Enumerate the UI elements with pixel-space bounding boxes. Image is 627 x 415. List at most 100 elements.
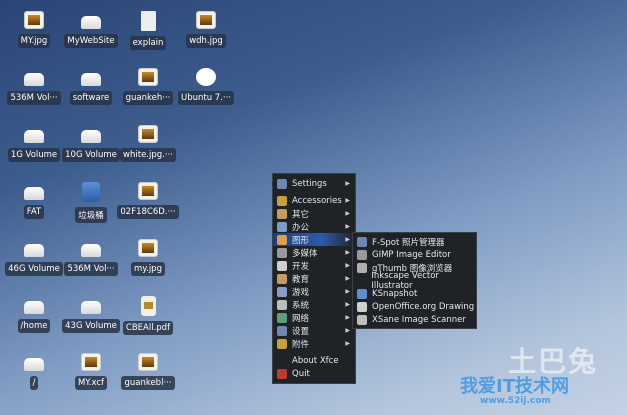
desktop-icon-label: 536M Vol··· (64, 262, 118, 276)
watermark-site-name: 我爱IT技术网 (460, 376, 569, 397)
menu-item[interactable]: 其它 ▶ (273, 207, 355, 220)
desktop-icon[interactable]: 43G Volume (61, 296, 121, 333)
desktop-icon[interactable]: CBEAll.pdf (118, 296, 178, 335)
menu-item[interactable]: 办公 ▶ (273, 220, 355, 233)
menu-item-label: Settings (292, 178, 327, 189)
menu-item-label: OpenOffice.org Drawing (372, 301, 475, 312)
desktop-icon[interactable]: MY.jpg (4, 11, 64, 48)
desktop-icon[interactable]: my.jpg (118, 239, 178, 276)
menu-item-label: Accessories (292, 195, 342, 206)
menu-item-label: F-Spot 照片管理器 (372, 237, 445, 248)
menu-item[interactable]: 多媒体 ▶ (273, 246, 355, 259)
desktop-icon[interactable]: 1G Volume (4, 125, 64, 162)
image-icon (81, 353, 101, 371)
chevron-right-icon: ▶ (345, 180, 350, 187)
menu-item[interactable]: 网络 ▶ (273, 311, 355, 324)
desktop-icon[interactable]: Ubuntu 7.··· (176, 68, 236, 105)
menu-item-label: 网络 (292, 313, 310, 324)
menu-item[interactable]: 游戏 ▶ (273, 285, 355, 298)
settings-icon (277, 178, 287, 189)
desktop-icon-label: 46G Volume (5, 262, 63, 276)
applications-menu: Settings ▶ Accessories ▶ 其它 ▶ 办公 ▶ 图形 ▶ 多媒体 ▶ 开发 ▶ 教育 ▶… (272, 173, 356, 384)
desktop-icon[interactable]: 536M Vol··· (4, 68, 64, 105)
menu-item[interactable]: 开发 ▶ (273, 259, 355, 272)
xsane-icon (357, 314, 367, 325)
desktop-icon[interactable]: MyWebSite (61, 11, 121, 48)
menu-item-label: GIMP Image Editor (372, 249, 451, 260)
submenu-item[interactable]: KSnapshot (353, 287, 476, 300)
drive-icon (24, 187, 44, 200)
desktop-icon-label: /home (17, 319, 51, 333)
desktop-icon[interactable]: guankeh··· (118, 68, 178, 105)
drive-icon (81, 16, 101, 29)
submenu-item[interactable]: GIMP Image Editor (353, 248, 476, 261)
image-icon (138, 353, 158, 371)
menu-item[interactable]: Accessories ▶ (273, 194, 355, 207)
drive-icon (81, 244, 101, 257)
desktop-icon[interactable]: 垃圾桶 (61, 182, 121, 223)
menu-item-label: 多媒体 (292, 248, 318, 259)
menu-item[interactable]: 图形 ▶ (273, 233, 355, 246)
desktop-icon[interactable]: 536M Vol··· (61, 239, 121, 276)
desktop-icon[interactable]: MY.xcf (61, 353, 121, 390)
image-icon (138, 239, 158, 257)
desktop-icon[interactable]: FAT (4, 182, 64, 219)
desktop-icon[interactable]: /home (4, 296, 64, 333)
doc-icon (140, 11, 156, 31)
desktop-icon[interactable]: white.jpg.··· (118, 125, 178, 162)
desktop-icon-label: my.jpg (131, 262, 165, 276)
education-icon (277, 273, 287, 284)
desktop-icon[interactable]: / (4, 353, 64, 390)
desktop-icon[interactable]: explain (118, 11, 178, 50)
desktop-icon[interactable]: software (61, 68, 121, 105)
desktop-icon-label: white.jpg.··· (120, 148, 176, 162)
menu-item[interactable]: 系统 ▶ (273, 298, 355, 311)
menu-item[interactable]: About Xfce (273, 354, 355, 367)
chevron-right-icon: ▶ (345, 340, 350, 347)
chevron-right-icon: ▶ (345, 275, 350, 282)
graphics-submenu: F-Spot 照片管理器 GIMP Image Editor gThumb 图像浏览… (352, 232, 477, 329)
desktop-icon-label: guankeh··· (122, 91, 174, 105)
submenu-item[interactable]: F-Spot 照片管理器 (353, 235, 476, 248)
menu-item-label: 图形 (292, 235, 310, 246)
menu-item[interactable]: 附件 ▶ (273, 337, 355, 350)
inkscape-icon (357, 275, 367, 286)
desktop-icon[interactable]: 10G Volume (61, 125, 121, 162)
chevron-right-icon: ▶ (345, 288, 350, 295)
desktop-icon-label: explain (129, 36, 167, 50)
menu-item-label: 教育 (292, 274, 310, 285)
pdf-icon (140, 296, 156, 316)
image-icon (138, 125, 158, 143)
menu-item[interactable]: 设置 ▶ (273, 324, 355, 337)
desktop-icon[interactable]: 02F18C6D.··· (117, 182, 179, 219)
drive-icon (81, 130, 101, 143)
chevron-right-icon: ▶ (345, 210, 350, 217)
desktop-icon-label: MY.jpg (17, 34, 51, 48)
blank-icon (277, 356, 287, 366)
submenu-item[interactable]: OpenOffice.org Drawing (353, 300, 476, 313)
menu-item-label: 附件 (292, 339, 310, 350)
menu-item[interactable]: Settings ▶ (273, 177, 355, 190)
desktop-icon-label: 536M Vol··· (7, 91, 61, 105)
accessories-icon (277, 338, 287, 349)
desktop-icon-label: 10G Volume (62, 148, 120, 162)
menu-item[interactable]: 教育 ▶ (273, 272, 355, 285)
chevron-right-icon: ▶ (345, 236, 350, 243)
ksnapshot-icon (357, 288, 367, 299)
desktop-icon-label: CBEAll.pdf (122, 321, 174, 335)
desktop-icon[interactable]: wdh.jpg (176, 11, 236, 48)
menu-item[interactable]: Quit (273, 367, 355, 380)
system-icon (277, 299, 287, 310)
desktop-icon[interactable]: 46G Volume (4, 239, 64, 276)
chevron-right-icon: ▶ (345, 249, 350, 256)
menu-item-label: 系统 (292, 300, 310, 311)
cd-icon (196, 68, 216, 86)
menu-item-label: Quit (292, 368, 310, 379)
desktop-icon[interactable]: guankebl··· (118, 353, 178, 390)
submenu-item[interactable]: Inkscape Vector Illustrator (353, 271, 476, 291)
submenu-item[interactable]: XSane Image Scanner (353, 313, 476, 326)
openoffice-draw-icon (357, 301, 367, 312)
chevron-right-icon: ▶ (345, 262, 350, 269)
desktop-icon-label: FAT (23, 205, 45, 219)
development-icon (277, 260, 287, 271)
